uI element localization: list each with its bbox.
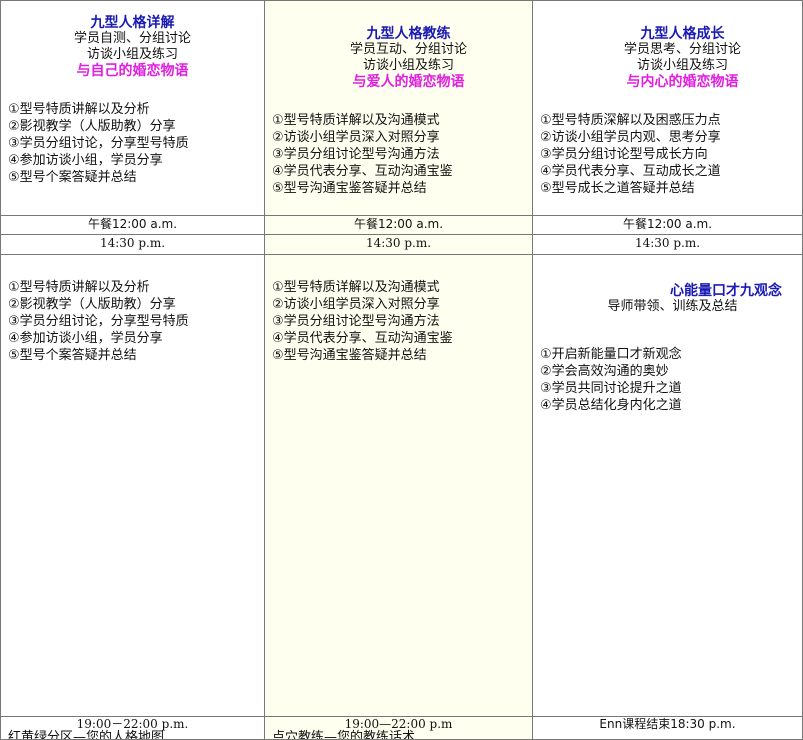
col1-afternoon-time: 14:30 p.m. [0,234,264,254]
col3-theme: 与内心的婚恋物语 [626,74,739,90]
list-item: ④参加访谈小组，学员分享 [8,153,163,168]
schedule-table: 九型人格详解 学员自测、分组讨论 访谈小组及练习 与自己的婚恋物语 ①型号特质讲… [0,0,803,740]
col2-morning-list: ①型号特质详解以及沟通模式 ②访谈小组学员深入对照分享 ③学员分组讨论型号沟通方… [265,112,532,197]
col2-evening-text: 点穴教练—您的教练话术 [272,730,416,740]
list-item: ⑤型号个案答疑并总结 [8,170,137,185]
col1-morning: 九型人格详解 学员自测、分组讨论 访谈小组及练习 与自己的婚恋物语 ①型号特质讲… [0,0,264,215]
col2-afternoon: ①型号特质详解以及沟通模式 ②访谈小组学员深入对照分享 ③学员分组讨论型号沟通方… [264,254,532,716]
col2-sub2: 访谈小组及练习 [362,58,454,73]
col3-afternoon-time: 14:30 p.m. [532,234,803,254]
col2-evening-time: 19:00—22:00 p.m [344,717,453,731]
col3-end-text: Enn课程结束18:30 p.m. [599,717,736,731]
list-item: ⑤型号沟通宝鉴答疑并总结 [272,181,427,196]
col1-evening-time: 19:00－22:00 p.m. [76,717,189,731]
list-item: ①开启新能量口才新观念 [540,347,682,362]
list-item: ③学员分组讨论型号沟通方法 [272,147,440,162]
col1-title: 九型人格详解 [90,15,175,31]
list-item: ④参加访谈小组，学员分享 [8,331,163,346]
col2-afternoon-list: ①型号特质详解以及沟通模式 ②访谈小组学员深入对照分享 ③学员分组讨论型号沟通方… [265,279,532,364]
list-item: ①型号特质详解以及沟通模式 [272,280,440,295]
list-item: ②影视教学（人版助教）分享 [8,297,176,312]
list-item: ③学员分组讨论，分享型号特质 [8,136,189,151]
col2-sub1: 学员互动、分组讨论 [349,42,467,57]
col1-sub2: 访谈小组及练习 [86,47,178,62]
col3-evening: Enn课程结束18:30 p.m. [532,716,803,740]
list-item: ②访谈小组学员深入对照分享 [272,297,440,312]
col3-sub1: 学员思考、分组讨论 [623,42,741,57]
col1-sub1: 学员自测、分组讨论 [73,31,191,46]
col1-lunch: 午餐12:00 a.m. [0,215,264,234]
col3-lunch: 午餐12:00 a.m. [532,215,803,234]
list-item: ①型号特质讲解以及分析 [8,280,150,295]
col3-afternoon-title: 心能量口才九观念 [670,283,782,299]
col2-title: 九型人格教练 [366,26,451,42]
list-item: ①型号特质深解以及困惑压力点 [540,113,721,128]
list-item: ④学员代表分享、互动成长之道 [540,164,721,179]
list-item: ⑤型号成长之道答疑并总结 [540,181,695,196]
list-item: ②访谈小组学员深入对照分享 [272,130,440,145]
list-item: ④学员代表分享、互动沟通宝鉴 [272,164,453,179]
col1-theme: 与自己的婚恋物语 [76,63,189,79]
list-item: ①型号特质详解以及沟通模式 [272,113,440,128]
list-item: ③学员共同讨论提升之道 [540,381,682,396]
col3-sub2: 访谈小组及练习 [636,58,728,73]
col1-evening-text: 红黄绿分区—您的人格地图 [8,730,165,740]
col1-afternoon: ①型号特质讲解以及分析 ②影视教学（人版助教）分享 ③学员分组讨论，分享型号特质… [0,254,264,716]
list-item: ③学员分组讨论，分享型号特质 [8,314,189,329]
col2-afternoon-time: 14:30 p.m. [264,234,532,254]
list-item: ⑤型号个案答疑并总结 [8,348,137,363]
list-item: ④学员代表分享、互动沟通宝鉴 [272,331,453,346]
col3-morning-list: ①型号特质深解以及困惑压力点 ②访谈小组学员内观、思考分享 ③学员分组讨论型号成… [533,112,802,197]
col1-morning-list: ①型号特质讲解以及分析 ②影视教学（人版助教）分享 ③学员分组讨论，分享型号特质… [1,101,264,186]
list-item: ①型号特质讲解以及分析 [8,102,150,117]
col2-morning: 九型人格教练 学员互动、分组讨论 访谈小组及练习 与爱人的婚恋物语 ①型号特质详… [264,0,532,215]
list-item: ③学员分组讨论型号沟通方法 [272,314,440,329]
list-item: ④学员总结化身内化之道 [540,398,682,413]
col2-theme: 与爱人的婚恋物语 [352,74,465,90]
list-item: ③学员分组讨论型号成长方向 [540,147,708,162]
list-item: ②影视教学（人版助教）分享 [8,119,176,134]
list-item: ⑤型号沟通宝鉴答疑并总结 [272,348,427,363]
col2-lunch: 午餐12:00 a.m. [264,215,532,234]
col3-morning: 九型人格成长 学员思考、分组讨论 访谈小组及练习 与内心的婚恋物语 ①型号特质深… [532,0,803,215]
col3-afternoon-list: ①开启新能量口才新观念 ②学会高效沟通的奥妙 ③学员共同讨论提升之道 ④学员总结… [533,346,802,414]
col3-afternoon: 心能量口才九观念 导师带领、训练及总结 ①开启新能量口才新观念 ②学会高效沟通的… [532,254,803,716]
list-item: ②访谈小组学员内观、思考分享 [540,130,721,145]
col2-evening: 19:00—22:00 p.m 点穴教练—您的教练话术 [264,716,532,740]
col3-title: 九型人格成长 [640,26,725,42]
col3-afternoon-sub: 导师带领、训练及总结 [607,299,738,314]
list-item: ②学会高效沟通的奥妙 [540,364,669,379]
col1-evening: 19:00－22:00 p.m. 红黄绿分区—您的人格地图 [0,716,264,740]
col1-afternoon-list: ①型号特质讲解以及分析 ②影视教学（人版助教）分享 ③学员分组讨论，分享型号特质… [1,279,264,364]
